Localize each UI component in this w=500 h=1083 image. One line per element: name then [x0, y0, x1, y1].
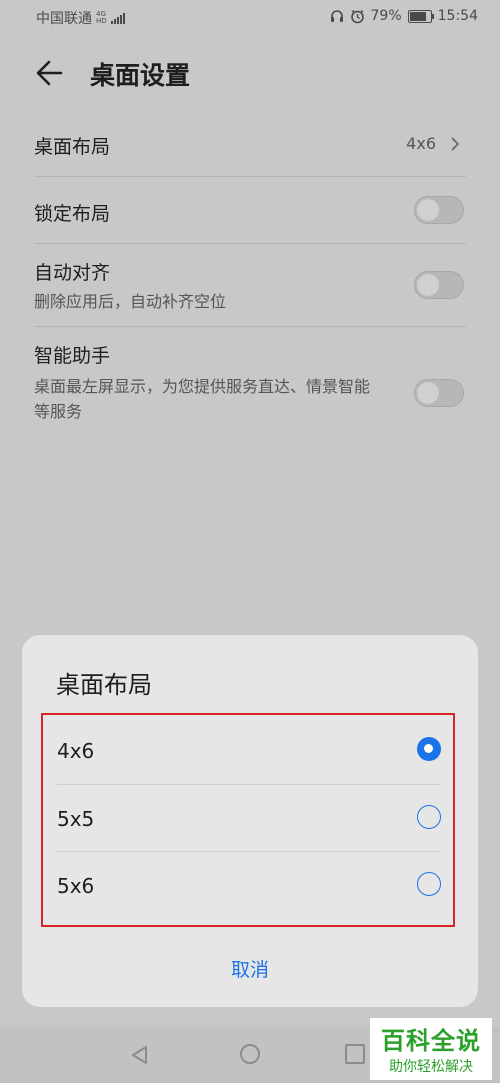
dialog-title: 桌面布局 [56, 671, 152, 699]
setting-desktop-layout[interactable]: 桌面布局 4x6 [34, 112, 466, 177]
radio-unselected-icon[interactable] [417, 872, 441, 896]
headset-icon [330, 10, 343, 22]
setting-description: 删除应用后，自动补齐空位 [34, 292, 227, 311]
nav-back-icon[interactable] [130, 1045, 150, 1065]
status-left: 中国联通 4G HD [36, 8, 125, 28]
setting-text: 智能助手 桌面最左屏显示，为您提供服务直达、情景智能等服务 [34, 341, 466, 424]
carrier-name: 中国联通 [36, 11, 92, 27]
option-label: 5x6 [57, 874, 95, 898]
layout-dialog: 桌面布局 4x6 5x5 5x6 取消 [22, 635, 478, 1007]
status-bar: 中国联通 4G HD 79% 15:54 [0, 0, 500, 34]
setting-text: 自动对齐 删除应用后，自动补齐空位 [34, 258, 310, 314]
lock-layout-toggle[interactable] [414, 196, 464, 224]
cancel-button[interactable]: 取消 [22, 955, 478, 982]
option-5x6[interactable]: 5x6 [57, 851, 441, 919]
option-label: 4x6 [57, 739, 95, 763]
option-4x6[interactable]: 4x6 [57, 717, 441, 784]
setting-label: 锁定布局 [34, 203, 111, 225]
back-arrow-icon[interactable] [34, 58, 64, 88]
setting-label: 自动对齐 [34, 262, 111, 284]
setting-lock-layout: 锁定布局 [34, 177, 466, 244]
watermark-subtitle: 助你轻松解决 [389, 1059, 473, 1075]
battery-percent: 79% [370, 8, 402, 24]
options-highlight-box: 4x6 5x5 5x6 [41, 713, 455, 927]
app-header: 桌面设置 [0, 34, 500, 112]
setting-label: 桌面布局 [34, 136, 111, 158]
battery-icon [407, 9, 434, 23]
setting-label: 智能助手 [34, 345, 111, 367]
status-right: 79% 15:54 [330, 8, 478, 24]
option-label: 5x5 [57, 807, 95, 831]
setting-value: 4x6 [406, 134, 436, 153]
settings-list: 桌面布局 4x6 锁定布局 自动对齐 删除应用后，自动补齐空位 智能助手 桌面最… [0, 112, 500, 437]
alarm-icon [350, 9, 364, 23]
nav-recent-apps-icon[interactable] [345, 1044, 365, 1064]
watermark-title: 百科全说 [381, 1027, 481, 1055]
watermark-logo: 百科全说 助你轻松解决 [370, 1018, 492, 1080]
page-title: 桌面设置 [90, 61, 191, 90]
option-5x5[interactable]: 5x5 [57, 784, 441, 852]
network-type: 4G HD [96, 10, 107, 25]
clock: 15:54 [437, 8, 478, 24]
signal-icon [110, 12, 125, 24]
setting-description: 桌面最左屏显示，为您提供服务直达、情景智能等服务 [34, 377, 371, 421]
radio-selected-icon[interactable] [417, 737, 441, 761]
auto-align-toggle[interactable] [414, 271, 464, 299]
setting-smart-assistant: 智能助手 桌面最左屏显示，为您提供服务直达、情景智能等服务 [34, 327, 466, 437]
radio-unselected-icon[interactable] [417, 805, 441, 829]
setting-auto-align: 自动对齐 删除应用后，自动补齐空位 [34, 244, 466, 327]
chevron-right-icon [451, 137, 460, 151]
nav-home-icon[interactable] [240, 1044, 260, 1064]
smart-assistant-toggle[interactable] [414, 379, 464, 407]
